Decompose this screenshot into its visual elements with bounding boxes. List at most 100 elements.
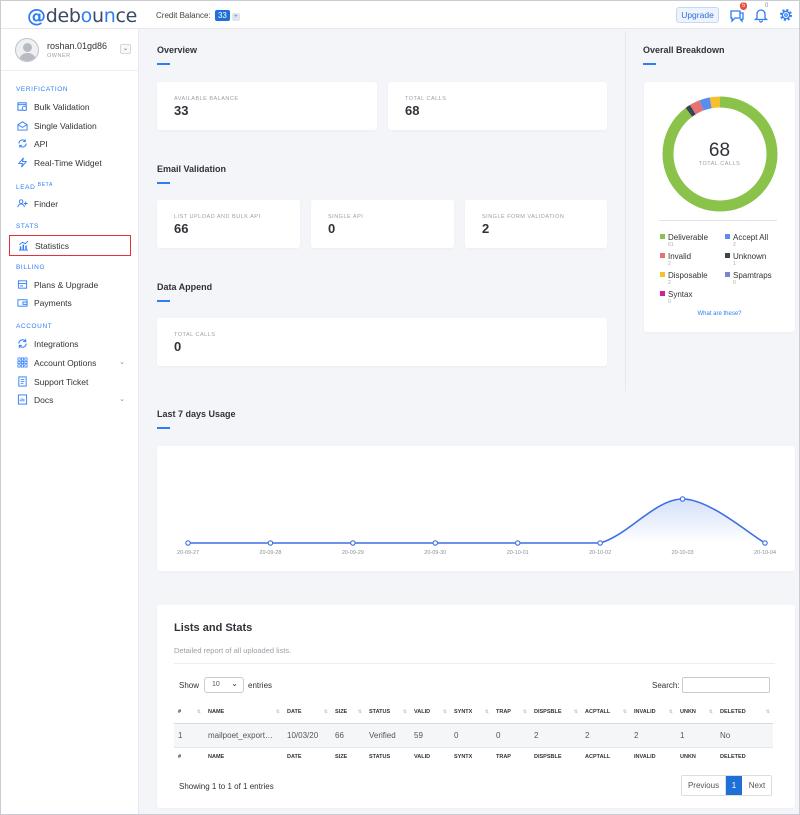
column-header[interactable]: # ⇅ bbox=[174, 702, 204, 724]
legend-swatch bbox=[725, 253, 730, 258]
x-tick-label: 20-09-30 bbox=[424, 550, 446, 556]
legend-label: Spamtraps bbox=[733, 271, 772, 280]
search-label: Search: bbox=[652, 681, 680, 690]
column-header[interactable]: DISPSBLE ⇅ bbox=[530, 702, 581, 724]
card-label: LIST UPLOAD AND BULK API bbox=[174, 214, 261, 220]
usage-point[interactable] bbox=[185, 540, 191, 546]
column-header[interactable]: DELETED ⇅ bbox=[716, 702, 773, 724]
column-footer: INVALID bbox=[630, 746, 676, 767]
column-footer: # bbox=[174, 746, 204, 767]
chart-icon bbox=[18, 240, 29, 251]
entries-select[interactable]: 10 ⌄ bbox=[204, 677, 244, 693]
chevron-down-icon: ⌄ bbox=[231, 679, 238, 688]
column-header[interactable]: TRAP ⇅ bbox=[492, 702, 530, 724]
credit-label: Credit Balance: bbox=[156, 11, 211, 20]
column-divider bbox=[625, 31, 626, 391]
sidebar-item-integrations[interactable]: Integrations bbox=[9, 335, 131, 353]
title-underline bbox=[643, 63, 656, 65]
sidebar-item-finder[interactable]: Finder bbox=[9, 195, 131, 213]
card-value: 0 bbox=[328, 221, 336, 236]
page-1-button[interactable]: 1 bbox=[726, 776, 742, 795]
sidebar-item-api[interactable]: API bbox=[9, 135, 131, 153]
sidebar-item-bulk-validation[interactable]: Bulk Validation bbox=[9, 98, 131, 116]
data-append-card: TOTAL CALLS 0 bbox=[157, 318, 607, 366]
column-header[interactable]: NAME ⇅ bbox=[204, 702, 283, 724]
sidebar-item-docs[interactable]: Docs ⌄ bbox=[9, 391, 131, 409]
column-header[interactable]: SIZE ⇅ bbox=[331, 702, 365, 724]
legend-disposable: Disposable 2 bbox=[660, 271, 708, 286]
docs-icon bbox=[17, 394, 28, 405]
usage-point[interactable] bbox=[514, 540, 521, 546]
usage-point[interactable] bbox=[597, 540, 603, 546]
user-menu[interactable]: roshan.01gd86 OWNER ⌄ bbox=[1, 29, 139, 71]
usage-point[interactable] bbox=[350, 540, 356, 546]
sidebar-item-account-options[interactable]: Account Options ⌄ bbox=[9, 354, 131, 372]
legend-swatch bbox=[660, 234, 665, 239]
column-header[interactable]: ACPTALL ⇅ bbox=[581, 702, 630, 724]
table-cell: 0 bbox=[450, 723, 492, 748]
sidebar-item-plans-upgrade[interactable]: Plans & Upgrade bbox=[9, 276, 131, 294]
gear-icon[interactable] bbox=[778, 7, 794, 23]
legend-label: Invalid bbox=[668, 252, 692, 261]
column-header[interactable]: SYNTX ⇅ bbox=[450, 702, 492, 724]
bell-count: 0 bbox=[765, 3, 769, 9]
lists-title: Lists and Stats bbox=[174, 622, 253, 634]
column-header[interactable]: INVALID ⇅ bbox=[630, 702, 676, 724]
previous-button[interactable]: Previous bbox=[682, 776, 726, 795]
sort-icon: ⇅ bbox=[275, 709, 280, 715]
sidebar-item-statistics[interactable]: Statistics bbox=[9, 235, 131, 256]
x-tick-label: 20-09-28 bbox=[259, 550, 281, 556]
table-cell: Verified bbox=[365, 723, 410, 748]
column-header[interactable]: STATUS ⇅ bbox=[365, 702, 410, 724]
sidebar-item-label: Statistics bbox=[35, 241, 70, 251]
sidebar-item-label: Support Ticket bbox=[34, 377, 89, 387]
column-header[interactable]: UNKN ⇅ bbox=[676, 702, 716, 724]
legend-label: Disposable bbox=[668, 271, 708, 280]
section-account: ACCOUNT bbox=[16, 323, 53, 330]
usage-point[interactable] bbox=[432, 540, 439, 546]
column-footer: STATUS bbox=[365, 746, 410, 767]
show-label: Show bbox=[179, 681, 200, 690]
column-header[interactable]: VALID ⇅ bbox=[410, 702, 450, 724]
top-bar: @debounce Credit Balance: 33 + Upgrade 5… bbox=[1, 1, 799, 29]
sidebar-item-payments[interactable]: Payments bbox=[9, 294, 131, 312]
debounce-logo[interactable]: @debounce bbox=[27, 5, 137, 27]
usage-point[interactable] bbox=[267, 540, 274, 546]
legend-accept-all: Accept All 2 bbox=[725, 233, 768, 248]
usage-point[interactable] bbox=[679, 496, 686, 502]
legend-label: Accept All bbox=[733, 233, 769, 242]
legend-value: 2 bbox=[733, 242, 736, 248]
credit-caret-icon[interactable]: + bbox=[232, 13, 240, 21]
sidebar-item-label: Real-Time Widget bbox=[34, 158, 102, 168]
card-value: 33 bbox=[174, 103, 189, 118]
column-header[interactable]: DATE ⇅ bbox=[283, 702, 331, 724]
usage-point[interactable] bbox=[762, 540, 768, 546]
title-underline bbox=[157, 63, 170, 65]
search-input[interactable] bbox=[682, 677, 770, 693]
user-name: roshan.01gd86 bbox=[47, 41, 108, 51]
sidebar-item-support-ticket[interactable]: Support Ticket bbox=[9, 373, 131, 391]
chevron-down-icon: ⌄ bbox=[119, 359, 125, 366]
section-stats: STATS bbox=[16, 223, 39, 230]
user-plus-icon bbox=[17, 199, 28, 208]
avatar bbox=[15, 38, 39, 62]
plans-icon bbox=[17, 280, 28, 289]
table-row[interactable]: 1 mailpoet_export… 10/03/20 66 Verified 59 0 0 2… bbox=[174, 723, 773, 748]
what-are-these-link[interactable]: What are these? bbox=[644, 311, 795, 317]
bulk-validation-icon bbox=[17, 102, 27, 111]
column-header-label: DELETED bbox=[720, 709, 746, 716]
chevron-down-icon[interactable]: ⌄ bbox=[120, 44, 131, 54]
card-label: SINGLE FORM VALIDATION bbox=[482, 214, 565, 220]
api-icon bbox=[18, 139, 27, 148]
card-value: 0 bbox=[174, 339, 182, 354]
sidebar-item-label: Single Validation bbox=[34, 121, 97, 131]
column-footer: DATE bbox=[283, 746, 331, 767]
card-value: 66 bbox=[174, 221, 189, 236]
upgrade-button[interactable]: Upgrade bbox=[676, 7, 719, 23]
legend-value: 2 bbox=[668, 280, 671, 286]
table-cell: 2 bbox=[581, 723, 630, 748]
grid-icon bbox=[17, 357, 28, 368]
sidebar-item-real-time-widget[interactable]: Real-Time Widget bbox=[9, 154, 131, 172]
sidebar-item-single-validation[interactable]: Single Validation bbox=[9, 117, 131, 135]
next-button[interactable]: Next bbox=[742, 776, 772, 795]
